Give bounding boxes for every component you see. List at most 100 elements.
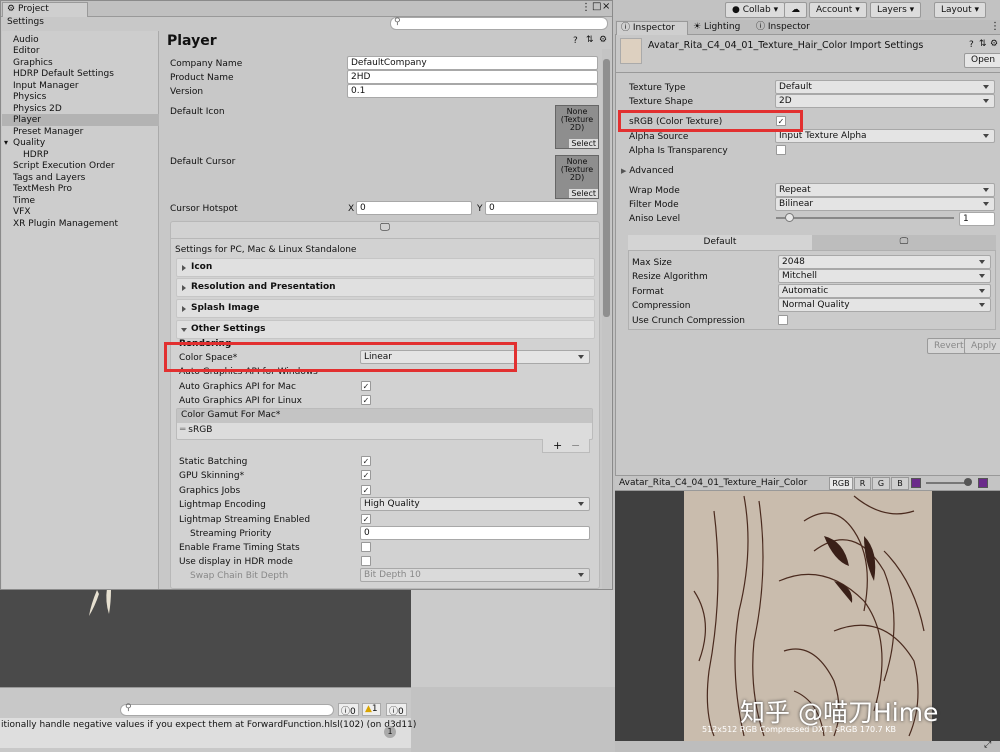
account-button[interactable]: Account ▾ xyxy=(809,2,867,18)
company-field[interactable]: DefaultCompany xyxy=(347,56,598,70)
max-size-dropdown[interactable]: 2048 xyxy=(778,255,991,269)
resize-algorithm-dropdown[interactable]: Mitchell xyxy=(778,269,991,283)
nav-item-hdrp-default-settings[interactable]: HDRP Default Settings xyxy=(13,69,114,79)
format-dropdown[interactable]: Automatic xyxy=(778,284,991,298)
hotspot-y-field[interactable]: 0 xyxy=(485,201,598,215)
tab-inspector-1[interactable]: ⓘ Inspector xyxy=(616,21,688,35)
collab-button[interactable]: ● Collab ▾ xyxy=(725,2,786,18)
help-icon[interactable]: ? xyxy=(969,40,974,50)
texture-shape-dropdown[interactable]: 2D xyxy=(775,94,995,108)
preview-mip-icon[interactable] xyxy=(978,478,988,488)
section-resolution[interactable]: Resolution and Presentation xyxy=(176,278,595,297)
default-icon-select-button[interactable]: Select xyxy=(569,139,598,148)
nav-item-input-manager[interactable]: Input Manager xyxy=(13,81,79,91)
alpha-source-dropdown[interactable]: Input Texture Alpha xyxy=(775,129,995,143)
scene-view[interactable] xyxy=(0,590,411,687)
preset-icon[interactable]: ⇅ xyxy=(979,39,987,49)
product-field[interactable]: 2HD xyxy=(347,70,598,84)
console-warning-toggle[interactable]: ▲1 xyxy=(362,703,381,716)
hdr-display-checkbox[interactable] xyxy=(361,556,371,566)
nav-item-xr-plugin-management[interactable]: XR Plugin Management xyxy=(13,219,118,229)
tab-lighting[interactable]: ☀ Lighting xyxy=(689,21,751,35)
graphics-jobs-checkbox[interactable]: ✓ xyxy=(361,485,371,495)
compression-dropdown[interactable]: Normal Quality xyxy=(778,298,991,312)
frame-timing-checkbox[interactable] xyxy=(361,542,371,552)
gpu-skinning-checkbox[interactable]: ✓ xyxy=(361,470,371,480)
settings-gear-icon[interactable]: ⚙ xyxy=(599,35,607,45)
wrap-mode-dropdown[interactable]: Repeat xyxy=(775,183,995,197)
nav-item-preset-manager[interactable]: Preset Manager xyxy=(13,127,83,137)
static-batching-checkbox[interactable]: ✓ xyxy=(361,456,371,466)
console-error-toggle[interactable]: ⓘ0 xyxy=(386,703,407,717)
nav-item-hdrp[interactable]: HDRP xyxy=(23,150,48,160)
window-maximize-icon[interactable]: □ xyxy=(592,1,601,12)
nav-item-time[interactable]: Time xyxy=(13,196,35,206)
nav-item-textmesh-pro[interactable]: TextMesh Pro xyxy=(13,184,72,194)
settings-gear-icon[interactable]: ⚙ xyxy=(990,39,998,49)
tab-project-settings[interactable]: ⚙ Project Settings xyxy=(2,2,88,27)
nav-item-physics-2d[interactable]: Physics 2D xyxy=(13,104,62,114)
default-cursor-slot[interactable]: None (Texture 2D) Select xyxy=(555,155,599,199)
default-cursor-select-button[interactable]: Select xyxy=(569,189,598,198)
mip-slider-thumb[interactable] xyxy=(964,478,972,486)
nav-item-physics[interactable]: Physics xyxy=(13,92,46,102)
preset-icon[interactable]: ⇅ xyxy=(586,35,594,45)
aniso-slider-track[interactable] xyxy=(776,217,954,219)
nav-item-editor[interactable]: Editor xyxy=(13,46,40,56)
auto-api-mac-checkbox[interactable]: ✓ xyxy=(361,381,371,391)
hotspot-x-field[interactable]: 0 xyxy=(356,201,472,215)
auto-api-linux-checkbox[interactable]: ✓ xyxy=(361,395,371,405)
section-other-settings[interactable]: Other Settings xyxy=(176,320,595,339)
cloud-button[interactable]: ☁ xyxy=(784,2,807,18)
layers-button[interactable]: Layers ▾ xyxy=(870,2,922,18)
channel-button-b[interactable]: B xyxy=(891,477,909,490)
gamut-item[interactable]: ═ sRGB xyxy=(177,423,592,439)
nav-item-graphics[interactable]: Graphics xyxy=(13,58,53,68)
window-menu-icon[interactable]: ⋮ xyxy=(581,2,591,13)
nav-item-script-execution-order[interactable]: Script Execution Order xyxy=(13,161,115,171)
lightmap-encoding-dropdown[interactable]: High Quality xyxy=(360,497,590,511)
inspector-menu-icon[interactable]: ⋮ xyxy=(990,21,1000,32)
nav-item-vfx[interactable]: VFX xyxy=(13,207,31,217)
help-icon[interactable]: ? xyxy=(573,36,578,46)
filter-mode-dropdown[interactable]: Bilinear xyxy=(775,197,995,211)
version-field[interactable]: 0.1 xyxy=(347,84,598,98)
tab-standalone-platform[interactable]: 🖵 xyxy=(812,235,996,251)
window-close-icon[interactable]: × xyxy=(602,1,610,12)
console-info-toggle[interactable]: ⓘ0 xyxy=(338,703,359,717)
aniso-slider-thumb[interactable] xyxy=(785,213,794,222)
nav-item-tags-and-layers[interactable]: Tags and Layers xyxy=(13,173,85,183)
channel-button-rgb[interactable]: RGB xyxy=(829,477,853,490)
crunch-compression-checkbox[interactable] xyxy=(778,315,788,325)
remove-button[interactable]: − xyxy=(571,439,580,452)
default-icon-slot[interactable]: None (Texture 2D) Select xyxy=(555,105,599,149)
layout-button[interactable]: Layout ▾ xyxy=(934,2,986,18)
texture-type-dropdown[interactable]: Default xyxy=(775,80,995,94)
nav-item-player[interactable]: Player xyxy=(13,115,41,125)
scrollbar-thumb[interactable] xyxy=(603,59,610,317)
streaming-priority-field[interactable]: 0 xyxy=(360,526,590,540)
advanced-foldout[interactable]: ▶ Advanced xyxy=(621,166,674,176)
chevron-down-icon[interactable]: ▾ xyxy=(4,138,8,147)
add-button[interactable]: + xyxy=(553,439,562,452)
platform-tab-standalone[interactable]: 🖵 xyxy=(171,222,599,239)
open-button[interactable]: Open xyxy=(964,53,1000,68)
drag-handle-icon[interactable]: ═ xyxy=(180,425,185,435)
section-splash[interactable]: Splash Image xyxy=(176,299,595,318)
apply-button[interactable]: Apply xyxy=(964,338,1000,354)
aniso-level-field[interactable]: 1 xyxy=(959,212,995,226)
nav-item-quality[interactable]: ▾ Quality xyxy=(4,138,45,148)
preview-alpha-icon[interactable] xyxy=(911,478,921,488)
channel-button-g[interactable]: G xyxy=(872,477,890,490)
channel-button-r[interactable]: R xyxy=(854,477,871,490)
lightmap-streaming-checkbox[interactable]: ✓ xyxy=(361,514,371,524)
nav-item-audio[interactable]: Audio xyxy=(13,35,39,45)
console-search-input[interactable] xyxy=(120,704,334,716)
content-scrollbar[interactable] xyxy=(602,49,611,589)
alpha-transparency-checkbox[interactable] xyxy=(776,145,786,155)
console-message-row[interactable]: itionally handle negative values if you … xyxy=(0,718,416,748)
tab-default-platform[interactable]: Default xyxy=(628,235,812,251)
tab-inspector-2[interactable]: ⓘ Inspector xyxy=(752,21,822,35)
settings-search-input[interactable] xyxy=(390,17,608,30)
preview-expand-icon[interactable]: ⤢ xyxy=(984,740,991,750)
